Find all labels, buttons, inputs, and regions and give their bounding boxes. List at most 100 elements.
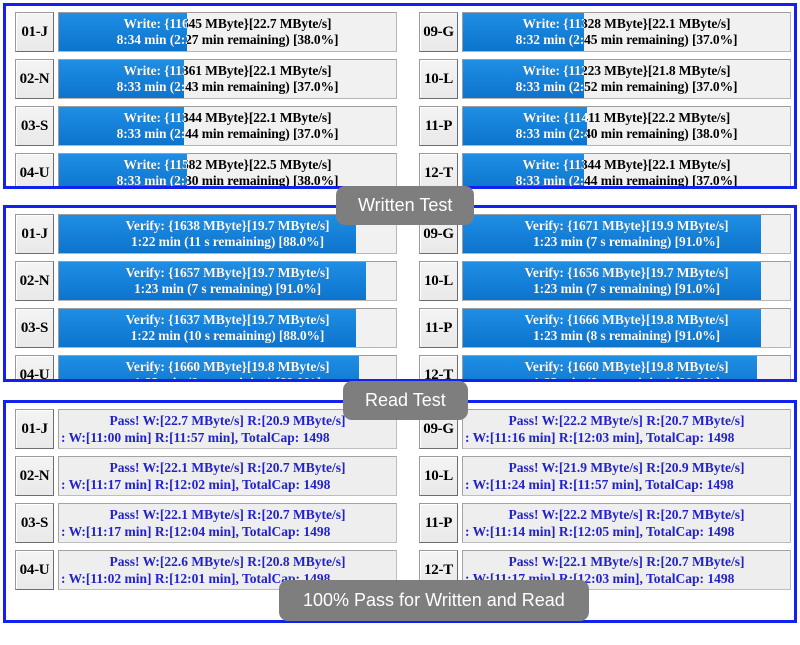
written-test-caption: Written Test <box>336 186 475 225</box>
result-line-2: : W:[11:16 min] R:[12:03 min], TotalCap:… <box>465 430 735 445</box>
progress-label-onfill: Write: {11223 MByte}[21.8 MByte/s]8:33 m… <box>463 60 584 98</box>
progress-line-1-onfill: Write: {11223 MByte}[21.8 MByte/s] <box>522 63 584 78</box>
result-readout: Pass! W:[22.2 MByte/s] R:[20.7 MByte/s]:… <box>462 409 791 449</box>
progress-line-1-onfill: Write: {11344 MByte}[22.1 MByte/s] <box>522 157 584 172</box>
slot-label[interactable]: 04-U <box>15 153 54 186</box>
progress-line-1-onfill: Verify: {1660 MByte}[19.8 MByte/s] <box>524 359 729 374</box>
progress-bar: Write: {11645 MByte}[22.7 MByte/s] 8:34 m… <box>58 12 397 52</box>
progress-label-onfill: Verify: {1638 MByte}[19.7 MByte/s] 1:22 m… <box>59 215 356 253</box>
progress-line-2-onfill: 8:33 min (2:40 min remaining) [38.0%] <box>515 126 588 141</box>
progress-label-onfill: Write: {11645 MByte}[22.7 MByte/s]8:34 m… <box>59 13 187 51</box>
progress-bar: Verify: {1657 MByte}[19.7 MByte/s] 1:23 m… <box>58 261 397 301</box>
progress-label-onfill: Write: {11411 MByte}[22.2 MByte/s]8:33 m… <box>463 107 588 145</box>
result-line-1: Pass! W:[22.1 MByte/s] R:[20.7 MByte/s] <box>109 507 346 522</box>
progress-line-1-onfill: Write: {11411 MByte}[22.2 MByte/s] <box>522 110 587 125</box>
progress-label-onfill: Verify: {1671 MByte}[19.9 MByte/s] 1:23 m… <box>463 215 761 253</box>
device-row: 02-N Pass! W:[22.1 MByte/s] R:[20.7 MByte… <box>15 456 397 496</box>
progress-line-2-onfill: 8:32 min (2:45 min remaining) [37.0%] <box>515 32 584 47</box>
slot-label[interactable]: 12-T <box>419 355 458 379</box>
progress-line-1-onfill: Verify: {1666 MByte}[19.8 MByte/s] <box>524 312 729 327</box>
slot-label[interactable]: 04-U <box>15 355 54 379</box>
result-line-2: : W:[11:14 min] R:[12:05 min], TotalCap:… <box>465 524 735 539</box>
device-row: 12-T Write: {11344 MByte}[22.1 MByte/s] 8:… <box>419 153 791 186</box>
progress-bar: Write: {11328 MByte}[22.1 MByte/s] 8:32 m… <box>462 12 791 52</box>
progress-label-clip: Verify: {1660 MByte}[19.8 MByte/s]1:23 m… <box>59 356 359 379</box>
device-row: 03-S Write: {11344 MByte}[22.1 MByte/s] 8:… <box>15 106 397 146</box>
result-line-1: Pass! W:[22.2 MByte/s] R:[20.7 MByte/s] <box>508 507 745 522</box>
progress-line-1-onfill: Verify: {1660 MByte}[19.8 MByte/s] <box>125 359 330 374</box>
slot-label[interactable]: 01-J <box>15 214 54 254</box>
progress-label-clip: Write: {11582 MByte}[22.5 MByte/s]8:33 m… <box>59 154 188 186</box>
slot-label[interactable]: 11-P <box>419 503 458 543</box>
result-readout: Pass! W:[22.1 MByte/s] R:[20.7 MByte/s]:… <box>58 503 397 543</box>
slot-label[interactable]: 10-L <box>419 456 458 496</box>
device-row: 02-N Verify: {1657 MByte}[19.7 MByte/s] 1:… <box>15 261 397 301</box>
slot-label[interactable]: 02-N <box>15 261 54 301</box>
device-row: 11-P Write: {11411 MByte}[22.2 MByte/s] 8:… <box>419 106 791 146</box>
result-line-2: : W:[11:17 min] R:[12:04 min], TotalCap:… <box>61 524 331 539</box>
device-row: 09-G Verify: {1671 MByte}[19.9 MByte/s] 1:… <box>419 214 791 254</box>
device-row: 01-J Write: {11645 MByte}[22.7 MByte/s] 8:… <box>15 12 397 52</box>
progress-line-2-onfill: 1:23 min (7 s remaining) [91.0%] <box>532 281 721 296</box>
slot-label[interactable]: 12-T <box>419 153 458 186</box>
progress-line-2-onfill: 1:23 min (9 s remaining) [89.0%] <box>134 375 321 379</box>
read-test-caption: Read Test <box>343 381 468 420</box>
slot-label[interactable]: 09-G <box>419 12 458 52</box>
write-rows-container: 01-J Write: {11645 MByte}[22.7 MByte/s] 8:… <box>6 6 794 186</box>
progress-label-onfill: Verify: {1666 MByte}[19.8 MByte/s] 1:23 m… <box>463 309 761 347</box>
progress-label-onfill: Write: {11344 MByte}[22.1 MByte/s]8:33 m… <box>463 154 584 186</box>
slot-label[interactable]: 10-L <box>419 261 458 301</box>
progress-line-2-onfill: 1:23 min (8 s remaining) [90.0%] <box>533 375 720 379</box>
result-line-1: Pass! W:[21.9 MByte/s] R:[20.9 MByte/s] <box>508 460 745 475</box>
result-line-2: : W:[11:24 min] R:[11:57 min], TotalCap:… <box>465 477 734 492</box>
progress-label-clip: Write: {11344 MByte}[22.1 MByte/s]8:33 m… <box>59 107 184 145</box>
device-row: 10-L Pass! W:[21.9 MByte/s] R:[20.9 MByte… <box>419 456 791 496</box>
slot-label[interactable]: 11-P <box>419 308 458 348</box>
progress-line-1-onfill: Verify: {1638 MByte}[19.7 MByte/s] <box>125 218 330 233</box>
slot-label[interactable]: 02-N <box>15 456 54 496</box>
slot-label[interactable]: 10-L <box>419 59 458 99</box>
slot-label[interactable]: 11-P <box>419 106 458 146</box>
progress-line-2-onfill: 8:34 min (2:27 min remaining) [38.0%] <box>116 32 187 47</box>
result-line-1: Pass! W:[22.7 MByte/s] R:[20.9 MByte/s] <box>109 413 346 428</box>
slot-label[interactable]: 03-S <box>15 106 54 146</box>
progress-bar: Write: {11411 MByte}[22.2 MByte/s] 8:33 m… <box>462 106 791 146</box>
device-row: 03-S Pass! W:[22.1 MByte/s] R:[20.7 MByte… <box>15 503 397 543</box>
result-readout: Pass! W:[22.1 MByte/s] R:[20.7 MByte/s]:… <box>58 456 397 496</box>
progress-label-clip: Verify: {1638 MByte}[19.7 MByte/s] 1:22 m… <box>59 215 356 253</box>
progress-line-1-onfill: Verify: {1657 MByte}[19.7 MByte/s] <box>125 265 330 280</box>
device-row: 04-UVerify: {1660 MByte}[19.8 MByte/s]1:… <box>15 355 397 379</box>
progress-line-1-onfill: Write: {11582 MByte}[22.5 MByte/s] <box>123 157 188 172</box>
progress-label-onfill: Write: {11582 MByte}[22.5 MByte/s]8:33 m… <box>59 154 188 186</box>
device-row: 11-P Verify: {1666 MByte}[19.8 MByte/s] 1:… <box>419 308 791 348</box>
progress-bar: Verify: {1637 MByte}[19.7 MByte/s] 1:22 m… <box>58 308 397 348</box>
progress-line-2-onfill: 1:23 min (8 s remaining) [91.0%] <box>532 328 721 343</box>
progress-label-clip: Write: {11645 MByte}[22.7 MByte/s]8:34 m… <box>59 13 187 51</box>
duplicator-status-screen: 01-J Write: {11645 MByte}[22.7 MByte/s] 8:… <box>0 0 800 645</box>
slot-label[interactable]: 01-J <box>15 12 54 52</box>
progress-bar: Write: {11344 MByte}[22.1 MByte/s] 8:33 m… <box>462 153 791 186</box>
progress-label-clip: Write: {11411 MByte}[22.2 MByte/s]8:33 m… <box>463 107 588 145</box>
slot-label[interactable]: 03-S <box>15 503 54 543</box>
progress-label-clip: Write: {11344 MByte}[22.1 MByte/s]8:33 m… <box>463 154 584 186</box>
progress-line-2-onfill: 1:22 min (10 s remaining) [88.0%] <box>130 328 325 343</box>
slot-label[interactable]: 02-N <box>15 59 54 99</box>
progress-line-1-onfill: Write: {11361 MByte}[22.1 MByte/s] <box>123 63 184 78</box>
slot-label[interactable]: 04-U <box>15 550 54 590</box>
progress-label-onfill: Verify: {1656 MByte}[19.7 MByte/s] 1:23 m… <box>463 262 761 300</box>
device-row: 02-N Write: {11361 MByte}[22.1 MByte/s] 8:… <box>15 59 397 99</box>
result-line-1: Pass! W:[22.1 MByte/s] R:[20.7 MByte/s] <box>109 460 346 475</box>
slot-label[interactable]: 03-S <box>15 308 54 348</box>
slot-label[interactable]: 01-J <box>15 409 54 449</box>
result-readout: Pass! W:[22.2 MByte/s] R:[20.7 MByte/s]:… <box>462 503 791 543</box>
progress-bar: Write: {11344 MByte}[22.1 MByte/s] 8:33 m… <box>58 106 397 146</box>
progress-line-2-onfill: 1:23 min (7 s remaining) [91.0%] <box>532 234 721 249</box>
write-test-panel: 01-J Write: {11645 MByte}[22.7 MByte/s] 8:… <box>3 3 797 189</box>
device-row: 01-J Pass! W:[22.7 MByte/s] R:[20.9 MByte… <box>15 409 397 449</box>
progress-label-onfill: Verify: {1637 MByte}[19.7 MByte/s] 1:22 m… <box>59 309 356 347</box>
summary-caption: 100% Pass for Written and Read <box>279 580 589 621</box>
progress-label-onfill: Write: {11328 MByte}[22.1 MByte/s]8:32 m… <box>463 13 584 51</box>
result-line-2: : W:[11:00 min] R:[11:57 min], TotalCap:… <box>61 430 330 445</box>
progress-bar: Write: {11361 MByte}[22.1 MByte/s] 8:33 m… <box>58 59 397 99</box>
progress-bar: Verify: {1656 MByte}[19.7 MByte/s] 1:23 m… <box>462 261 791 301</box>
